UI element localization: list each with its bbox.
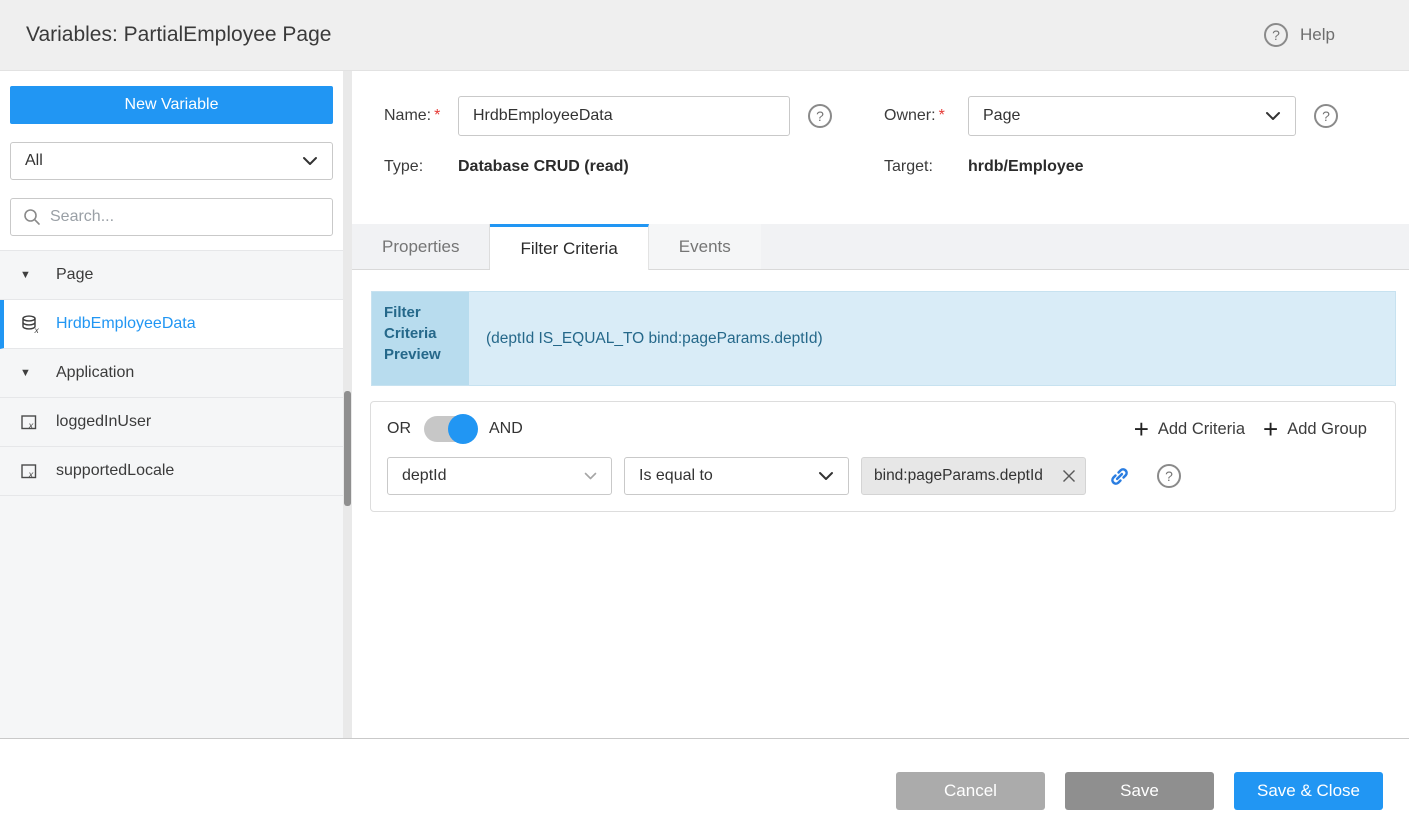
plus-icon: + <box>1263 416 1278 442</box>
logic-toggle[interactable] <box>424 416 476 442</box>
svg-text:x: x <box>34 325 40 335</box>
name-input[interactable] <box>458 96 790 136</box>
chevron-down-icon <box>1265 111 1281 121</box>
owner-help-icon[interactable]: ? <box>1314 104 1338 128</box>
owner-label: Owner:* <box>884 107 968 125</box>
sidebar-scrollbar[interactable] <box>343 71 352 738</box>
toggle-knob <box>448 414 478 444</box>
criteria-row: deptId Is equal to bind:pageParams.deptI… <box>387 457 1379 495</box>
name-label: Name:* <box>384 107 458 125</box>
collapse-arrow-icon: ▼ <box>20 269 31 281</box>
filter-criteria-preview: Filter Criteria Preview (deptId IS_EQUAL… <box>371 291 1396 386</box>
tab-filter-criteria[interactable]: Filter Criteria <box>490 224 648 270</box>
field-select[interactable]: deptId <box>387 457 612 495</box>
sidebar: New Variable All ▼ Page x <box>0 71 343 738</box>
save-button[interactable]: Save <box>1065 772 1214 810</box>
help-button[interactable]: ? Help <box>1264 23 1335 47</box>
tree-item-supportedlocale[interactable]: x supportedLocale <box>0 447 343 496</box>
variable-tree: ▼ Page x HrdbEmployeeData ▼ Application … <box>0 250 343 738</box>
plus-icon: + <box>1134 416 1149 442</box>
search-box <box>10 198 333 236</box>
operator-value: Is equal to <box>639 467 713 485</box>
variable-detail-panel: Name:* ? Owner:* Page ? <box>352 71 1409 738</box>
tree-item-hrdbemployeedata[interactable]: x HrdbEmployeeData <box>0 300 343 349</box>
field-value: deptId <box>402 467 446 485</box>
chevron-down-icon <box>302 156 318 166</box>
operator-select[interactable]: Is equal to <box>624 457 849 495</box>
add-group-button[interactable]: + Add Group <box>1263 416 1367 442</box>
help-label: Help <box>1300 25 1335 45</box>
tree-item-label: HrdbEmployeeData <box>56 315 196 333</box>
variable-form: Name:* ? Owner:* Page ? <box>352 71 1409 176</box>
variable-filter-value: All <box>25 152 43 170</box>
tree-item-label: loggedInUser <box>56 413 151 431</box>
criteria-help-icon[interactable]: ? <box>1157 464 1181 488</box>
variable-icon: x <box>20 462 56 481</box>
tree-group-application[interactable]: ▼ Application <box>0 349 343 398</box>
dialog-header: Variables: PartialEmployee Page ? Help <box>0 0 1409 71</box>
detail-tabs: Properties Filter Criteria Events <box>352 224 1409 270</box>
search-input[interactable] <box>50 208 320 226</box>
svg-text:x: x <box>28 469 35 480</box>
new-variable-button[interactable]: New Variable <box>10 86 333 124</box>
owner-select[interactable]: Page <box>968 96 1296 136</box>
variable-filter-select[interactable]: All <box>10 142 333 180</box>
preview-value: (deptId IS_EQUAL_TO bind:pageParams.dept… <box>469 292 1395 385</box>
bind-link-icon[interactable] <box>1108 465 1131 488</box>
help-icon: ? <box>1264 23 1288 47</box>
variables-dialog: Variables: PartialEmployee Page ? Help N… <box>0 0 1409 838</box>
preview-label: Filter Criteria Preview <box>372 292 469 385</box>
cancel-button[interactable]: Cancel <box>896 772 1045 810</box>
svg-text:x: x <box>28 420 35 431</box>
tree-item-loggedinuser[interactable]: x loggedInUser <box>0 398 343 447</box>
type-label: Type: <box>384 158 458 176</box>
sidebar-controls: New Variable All <box>0 71 343 250</box>
dialog-footer: Cancel Save Save & Close <box>0 738 1409 838</box>
name-help-icon[interactable]: ? <box>808 104 832 128</box>
owner-value: Page <box>983 107 1020 125</box>
search-icon <box>23 208 41 226</box>
tree-group-label: Page <box>56 266 93 284</box>
database-variable-icon: x <box>20 314 56 335</box>
criteria-group: OR AND + Add Criteria <box>370 401 1396 512</box>
chevron-down-icon <box>584 472 597 480</box>
logic-and-label: AND <box>489 420 523 438</box>
target-value: hrdb/Employee <box>968 158 1084 176</box>
dialog-body: New Variable All ▼ Page x <box>0 71 1409 738</box>
tab-properties[interactable]: Properties <box>352 224 490 269</box>
value-binding-chip[interactable]: bind:pageParams.deptId <box>861 457 1086 495</box>
target-label: Target: <box>884 158 968 176</box>
binding-value: bind:pageParams.deptId <box>874 467 1061 485</box>
save-and-close-button[interactable]: Save & Close <box>1234 772 1383 810</box>
logic-or-label: OR <box>387 420 411 438</box>
tree-group-page[interactable]: ▼ Page <box>0 251 343 300</box>
tree-group-label: Application <box>56 364 134 382</box>
scrollbar-thumb[interactable] <box>344 391 351 506</box>
page-title: Variables: PartialEmployee Page <box>0 23 331 47</box>
type-value: Database CRUD (read) <box>458 158 629 176</box>
required-marker: * <box>939 107 945 124</box>
required-marker: * <box>434 107 440 124</box>
tab-events[interactable]: Events <box>649 224 761 269</box>
chevron-down-icon <box>818 471 834 481</box>
tree-item-label: supportedLocale <box>56 462 174 480</box>
add-criteria-button[interactable]: + Add Criteria <box>1134 416 1245 442</box>
collapse-arrow-icon: ▼ <box>20 367 31 379</box>
remove-binding-icon[interactable] <box>1061 468 1077 484</box>
filter-criteria-content: Filter Criteria Preview (deptId IS_EQUAL… <box>352 270 1409 738</box>
logic-switch-group: OR AND <box>387 416 523 442</box>
variable-icon: x <box>20 413 56 432</box>
